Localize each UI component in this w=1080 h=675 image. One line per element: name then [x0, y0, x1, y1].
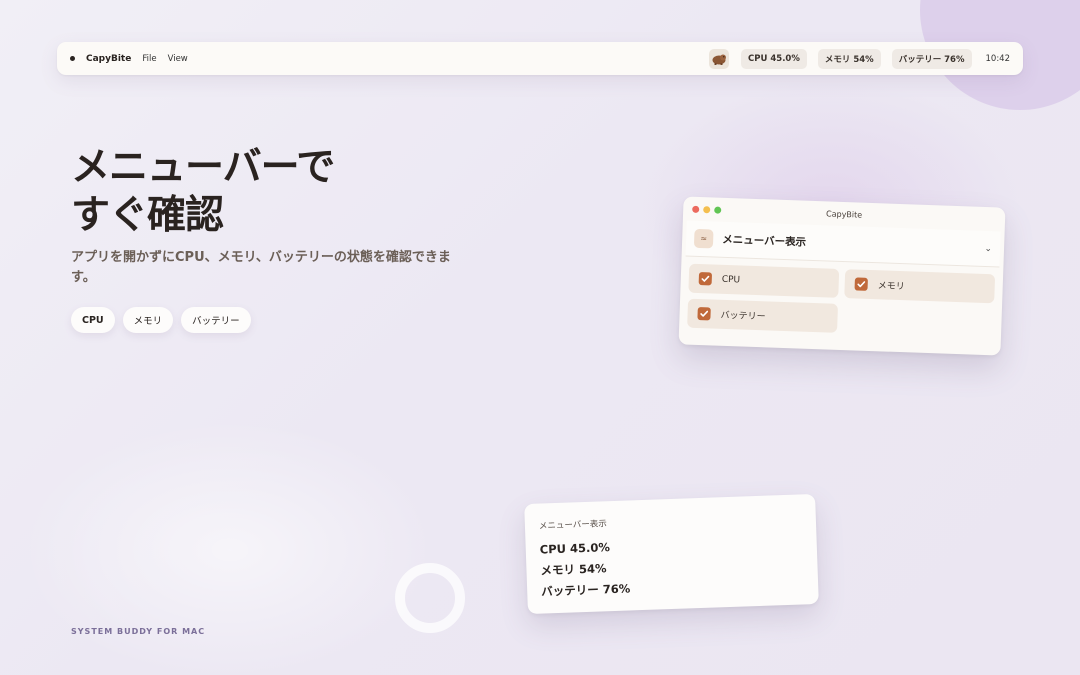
tagline: SYSTEM BUDDY FOR MAC — [71, 627, 206, 636]
menubar-battery-stat[interactable]: バッテリー 76% — [891, 48, 972, 69]
hero-title-line-2: すぐ確認 — [71, 193, 224, 238]
hero-title: メニューバーで すぐ確認 — [71, 144, 471, 240]
chip-memory: メモリ — [122, 307, 174, 333]
menubar-clock[interactable]: 10:42 — [986, 54, 1011, 64]
option-cpu[interactable]: CPU — [688, 263, 840, 298]
chip-cpu: CPU — [71, 307, 115, 333]
display-options: CPU メモリ バッテリー — [679, 256, 1004, 345]
chip-battery: バッテリー — [181, 307, 251, 333]
menu-view[interactable]: View — [168, 54, 188, 64]
section-title: メニューバー表示 — [721, 233, 807, 249]
preview-label: メニューバー表示 — [538, 519, 608, 532]
checkbox-cpu[interactable] — [698, 272, 713, 286]
window-title: CapyBite — [825, 208, 863, 220]
menu-bar: CapyBite File View CPU 45.0% メモリ 54% バッテ… — [57, 42, 1023, 75]
menubar-cpu-stat[interactable]: CPU 45.0% — [741, 48, 807, 69]
decorative-glow-bottom — [20, 420, 440, 675]
decorative-ring — [395, 563, 465, 633]
hero-subtitle: アプリを開かずにCPU、メモリ、バッテリーの状態を確認できます。 — [71, 250, 451, 285]
option-label: CPU — [721, 274, 741, 285]
checkbox-battery[interactable] — [697, 306, 711, 321]
checkbox-memory[interactable] — [854, 277, 868, 291]
apple-menu-icon[interactable] — [70, 56, 75, 61]
menubar-preview-card: メニューバー表示 CPU 45.0% メモリ 54% バッテリー 76% — [524, 493, 819, 615]
option-battery[interactable]: バッテリー — [687, 298, 839, 333]
chevron-down-icon[interactable]: ⌄ — [984, 243, 992, 253]
option-label: バッテリー — [720, 310, 766, 323]
hero-title-line-1: メニューバーで — [71, 145, 335, 190]
option-memory[interactable]: メモリ — [844, 269, 996, 304]
menubar-memory-stat[interactable]: メモリ 54% — [817, 48, 881, 69]
settings-window: CapyBite ≈ メニューバー表示 ⌄ CPU メモリ バッテリー — [678, 196, 1006, 356]
capybara-status-icon[interactable] — [709, 48, 730, 69]
option-label: メモリ — [877, 281, 905, 293]
wave-icon: ≈ — [693, 228, 714, 249]
menu-file[interactable]: File — [142, 54, 156, 64]
app-name-menu[interactable]: CapyBite — [86, 54, 131, 64]
feature-chips: CPU メモリ バッテリー — [71, 307, 251, 333]
